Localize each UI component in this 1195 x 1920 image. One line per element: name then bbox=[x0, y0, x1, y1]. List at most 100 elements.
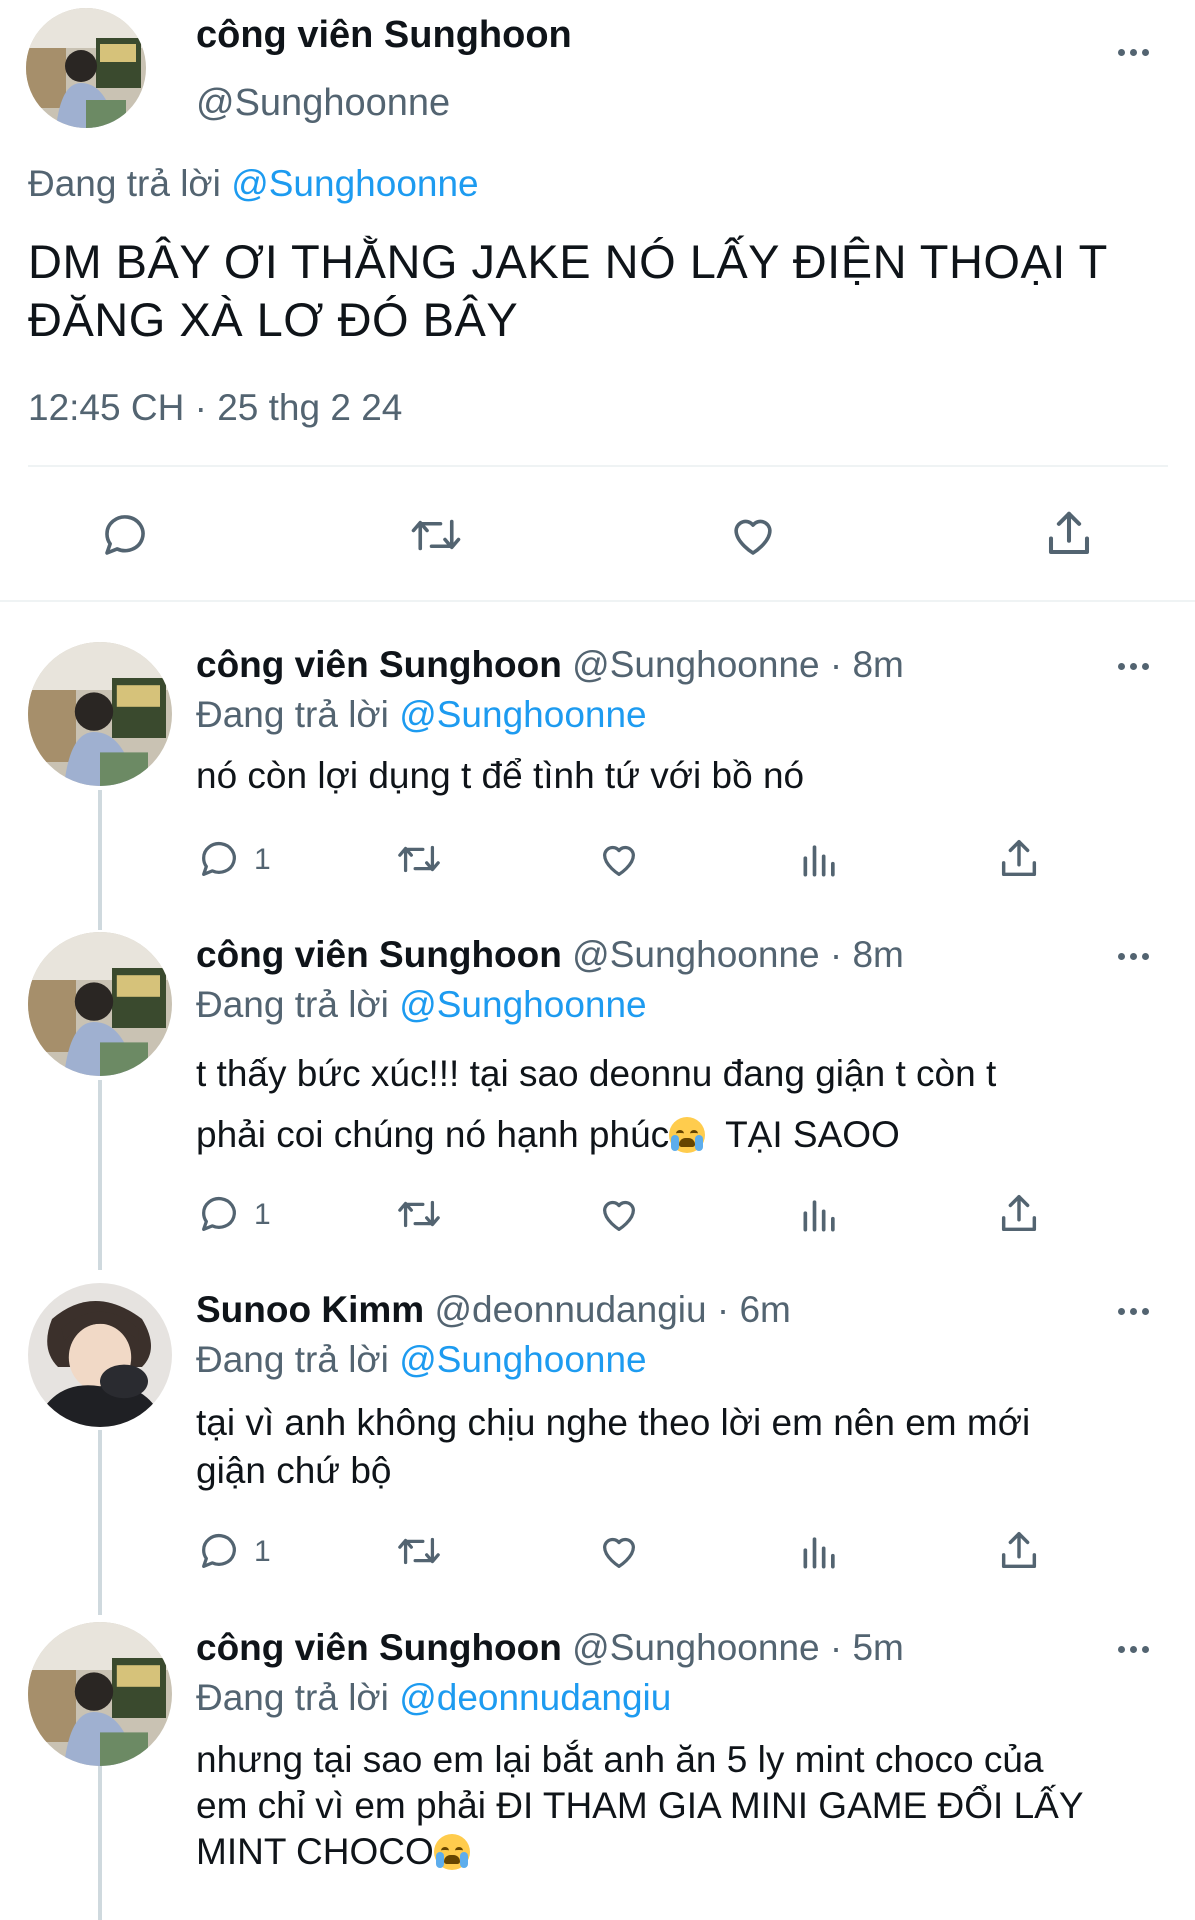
share-icon bbox=[1048, 511, 1090, 555]
reply-time[interactable]: · 8m bbox=[820, 644, 904, 685]
divider bbox=[0, 600, 1195, 602]
author-name[interactable]: công viên Sunghoon bbox=[196, 644, 562, 685]
reply-context: Đang trả lời @Sunghoonne bbox=[196, 1339, 647, 1381]
author-name[interactable]: công viên Sunghoon bbox=[196, 934, 562, 975]
loudly-crying-emoji bbox=[669, 1117, 706, 1153]
reply-time[interactable]: · 5m bbox=[820, 1627, 904, 1668]
like-button[interactable] bbox=[596, 1191, 642, 1242]
tweet-timestamp[interactable]: 12:45 CH · 25 thg 2 24 bbox=[28, 387, 402, 429]
reply-count: 1 bbox=[254, 1535, 271, 1568]
retweet-icon bbox=[398, 1537, 440, 1565]
reply-to-link[interactable]: @Sunghoonne bbox=[231, 163, 478, 204]
share-button[interactable] bbox=[996, 1528, 1042, 1579]
reply-time[interactable]: · 8m bbox=[820, 934, 904, 975]
like-button[interactable] bbox=[596, 836, 642, 887]
profile-photo bbox=[28, 642, 172, 786]
reply-text-line: giận chứ bộ bbox=[196, 1450, 392, 1491]
reply-text-line: nhưng tại sao em lại bắt anh ăn 5 ly min… bbox=[196, 1739, 1044, 1780]
retweet-button[interactable] bbox=[394, 1191, 444, 1242]
retweet-icon bbox=[398, 845, 440, 873]
views-button[interactable] bbox=[798, 838, 842, 887]
profile-photo bbox=[28, 932, 172, 1076]
reply-text-line: em chỉ vì em phải ĐI THAM GIA MINI GAME … bbox=[196, 1785, 1084, 1826]
reply-context: Đang trả lời @Sunghoonne bbox=[196, 694, 647, 736]
avatar[interactable] bbox=[26, 8, 146, 128]
reply-time[interactable]: · 6m bbox=[707, 1289, 791, 1330]
tweet-text: DM BÂY ƠI THẰNG JAKE NÓ LẤY ĐIỆN THOẠI T… bbox=[28, 233, 1108, 349]
more-icon[interactable] bbox=[1118, 1643, 1158, 1655]
reply-to-link[interactable]: @Sunghoonne bbox=[399, 1339, 646, 1380]
author-handle[interactable]: @deonnudangiu bbox=[434, 1289, 706, 1330]
reply-header: Sunoo Kimm @deonnudangiu · 6m bbox=[196, 1289, 791, 1331]
reply-header: công viên Sunghoon @Sunghoonne · 8m bbox=[196, 644, 904, 686]
reply-to-link[interactable]: @Sunghoonne bbox=[399, 984, 646, 1025]
author-handle[interactable]: @Sunghoonne bbox=[196, 82, 450, 125]
author-handle[interactable]: @Sunghoonne bbox=[572, 644, 819, 685]
more-icon[interactable] bbox=[1118, 46, 1158, 58]
reply-to-link[interactable]: @deonnudangiu bbox=[399, 1677, 671, 1718]
reply-text-line: phải coi chúng nó hạnh phúc TẠI SAOO bbox=[196, 1104, 1156, 1165]
like-button[interactable] bbox=[596, 1528, 642, 1579]
reply-button[interactable] bbox=[196, 1191, 242, 1242]
like-button[interactable] bbox=[725, 508, 781, 567]
reply-count: 1 bbox=[254, 1198, 271, 1231]
more-icon[interactable] bbox=[1118, 1305, 1158, 1317]
reply-button[interactable] bbox=[196, 836, 242, 887]
avatar[interactable] bbox=[28, 1283, 172, 1427]
reply-prefix: Đang trả lời bbox=[196, 984, 389, 1025]
retweet-icon bbox=[411, 519, 461, 551]
retweet-button[interactable] bbox=[394, 836, 444, 887]
reply-prefix: Đang trả lời bbox=[196, 1677, 389, 1718]
reply-text: tại vì anh không chịu nghe theo lời em n… bbox=[196, 1399, 1156, 1495]
avatar[interactable] bbox=[28, 1622, 172, 1766]
like-icon bbox=[734, 519, 772, 555]
author-handle[interactable]: @Sunghoonne bbox=[572, 1627, 819, 1668]
retweet-button[interactable] bbox=[406, 508, 466, 567]
share-button[interactable] bbox=[1042, 506, 1096, 567]
views-button[interactable] bbox=[798, 1530, 842, 1579]
reply-text-segment: phải coi chúng nó hạnh phúc bbox=[196, 1114, 670, 1155]
tweet-text-line: DM BÂY ƠI THẰNG JAKE NÓ LẤY ĐIỆN THOẠI T bbox=[28, 235, 1108, 288]
reply-text-segment: MINT CHOCO bbox=[196, 1831, 434, 1872]
like-icon bbox=[602, 1200, 636, 1231]
share-button[interactable] bbox=[996, 836, 1042, 887]
reply-header: công viên Sunghoon @Sunghoonne · 8m bbox=[196, 934, 904, 976]
views-button[interactable] bbox=[798, 1193, 842, 1242]
reply-text-line: tại vì anh không chịu nghe theo lời em n… bbox=[196, 1402, 1031, 1443]
more-icon[interactable] bbox=[1118, 950, 1158, 962]
author-name[interactable]: Sunoo Kimm bbox=[196, 1289, 424, 1330]
views-icon bbox=[803, 1537, 835, 1569]
loudly-crying-emoji bbox=[433, 1834, 470, 1870]
reply-text-segment: TẠI SAOO bbox=[705, 1114, 900, 1155]
retweet-button[interactable] bbox=[394, 1528, 444, 1579]
author-handle[interactable]: @Sunghoonne bbox=[572, 934, 819, 975]
avatar[interactable] bbox=[28, 642, 172, 786]
divider bbox=[28, 465, 1168, 467]
share-icon bbox=[1001, 840, 1037, 877]
like-icon bbox=[602, 1537, 636, 1568]
profile-photo bbox=[26, 8, 146, 128]
author-name[interactable]: công viên Sunghoon bbox=[196, 14, 572, 57]
profile-photo bbox=[28, 1622, 172, 1766]
thread-line bbox=[98, 790, 102, 930]
share-icon bbox=[1001, 1532, 1037, 1569]
reply-count: 1 bbox=[254, 843, 271, 876]
reply-text: nó còn lợi dụng t để tình tứ với bồ nó bbox=[196, 755, 805, 796]
reply-icon bbox=[202, 841, 236, 876]
reply-to-link[interactable]: @Sunghoonne bbox=[399, 694, 646, 735]
author-name[interactable]: công viên Sunghoon bbox=[196, 1627, 562, 1668]
more-icon[interactable] bbox=[1118, 660, 1158, 672]
retweet-icon bbox=[398, 1200, 440, 1228]
reply-text: t thấy bức xúc!!! tại sao deonnu đang gi… bbox=[196, 1043, 1156, 1165]
reply-icon bbox=[105, 515, 145, 555]
reply-prefix: Đang trả lời bbox=[196, 694, 389, 735]
reply-icon bbox=[202, 1196, 236, 1231]
reply-icon bbox=[202, 1533, 236, 1568]
reply-button[interactable] bbox=[98, 508, 152, 567]
avatar[interactable] bbox=[28, 932, 172, 1076]
share-button[interactable] bbox=[996, 1191, 1042, 1242]
reply-prefix: Đang trả lời bbox=[196, 1339, 389, 1380]
reply-context: Đang trả lời @deonnudangiu bbox=[196, 1677, 671, 1719]
thread-line bbox=[98, 1430, 102, 1615]
reply-button[interactable] bbox=[196, 1528, 242, 1579]
